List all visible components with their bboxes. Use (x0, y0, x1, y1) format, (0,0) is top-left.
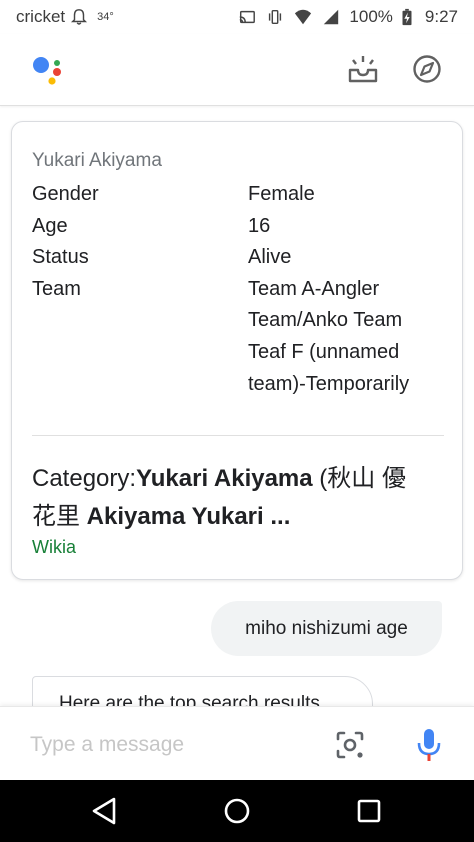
explore-compass-icon[interactable] (410, 52, 444, 86)
message-input-bar (0, 706, 474, 780)
result-title-bold: Yukari Akiyama (136, 465, 313, 492)
system-nav-bar (0, 780, 474, 842)
card-title: Yukari Akiyama (32, 150, 162, 171)
result-title-link[interactable]: Category:Yukari Akiyama (秋山 優花里 Akiyama … (32, 460, 452, 536)
info-value: Teaf F (unnamed (248, 340, 400, 363)
info-row: Teaf F (unnamed (32, 337, 452, 369)
knowledge-card[interactable]: Yukari Akiyama Gender Female Age 16 Stat… (11, 121, 463, 580)
info-value: team)-Temporarily (248, 372, 410, 395)
snapshot-inbox-icon[interactable] (346, 52, 380, 86)
status-right: 100% 9:27 (237, 7, 458, 27)
result-source[interactable]: Wikia (32, 537, 76, 558)
top-app-bar (0, 34, 474, 106)
card-divider (32, 435, 444, 436)
info-value: Female (248, 183, 315, 205)
battery-percent: 100% (349, 7, 393, 26)
home-circle-icon[interactable] (220, 794, 254, 828)
notification-bell-icon (71, 9, 88, 25)
user-message-bubble: miho nishizumi age (211, 601, 442, 656)
clock: 9:27 (424, 7, 458, 26)
info-row: Status Alive (32, 242, 452, 274)
temperature: 34° (97, 11, 114, 23)
info-value: Team A-Angler (248, 277, 380, 300)
info-row: Team Team A-Angler (32, 274, 452, 306)
recent-apps-square-icon[interactable] (352, 794, 386, 828)
info-key (32, 305, 248, 337)
wifi-icon (295, 9, 312, 25)
result-title-plain-line2: 花里 (32, 503, 87, 530)
info-key (32, 369, 248, 401)
info-value: 16 (248, 214, 271, 237)
google-assistant-logo-icon (33, 57, 61, 85)
result-title-prefix: Category: (32, 465, 137, 492)
status-left: cricket 34° (16, 7, 114, 27)
info-value: Team/Anko Team (248, 309, 403, 332)
microphone-icon[interactable] (416, 727, 442, 763)
battery-charging-icon (402, 8, 412, 26)
info-table: Gender Female Age 16 Status Alive Team T… (32, 179, 452, 400)
info-row: Gender Female (32, 179, 452, 211)
info-row: team)-Temporarily (32, 369, 452, 401)
cast-icon (240, 10, 256, 24)
signal-icon (324, 9, 339, 25)
info-value: Alive (248, 246, 292, 269)
info-key: Team (32, 277, 81, 300)
status-bar: cricket 34° 100% 9:27 (0, 0, 474, 34)
info-row: Age 16 (32, 211, 452, 243)
message-input[interactable] (30, 727, 310, 763)
carrier-name: cricket (16, 7, 66, 26)
info-key (32, 337, 248, 369)
info-key: Gender (32, 183, 99, 205)
vibrate-icon (269, 9, 282, 25)
result-title-bold-line2: Akiyama Yukari ... (86, 503, 291, 530)
info-row: Team/Anko Team (32, 305, 452, 337)
info-key: Age (32, 214, 68, 237)
back-triangle-icon[interactable] (88, 794, 122, 828)
result-title-plain: (秋山 優 (312, 465, 406, 492)
info-key: Status (32, 246, 89, 269)
lens-camera-icon[interactable] (334, 729, 366, 761)
